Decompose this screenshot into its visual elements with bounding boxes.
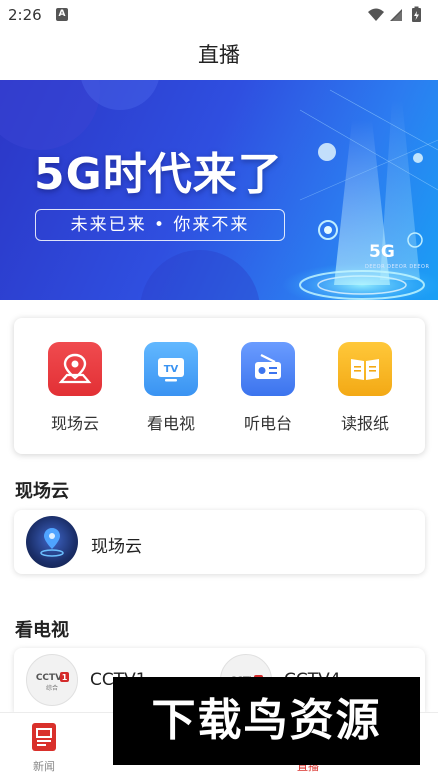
status-time: 2:26 — [8, 6, 42, 24]
title-bar: 直播 — [0, 30, 438, 80]
cctv1-logo[interactable]: CCTV 1 综合 — [26, 654, 78, 706]
category-live-cloud[interactable]: 现场云 — [35, 342, 115, 434]
banner-fine-print: DEEOR DEEOR DEEOR — [365, 264, 430, 270]
promo-banner[interactable]: 5G时代来了 未来已来 • 你来不来 5G DEEOR DEEOR DEEOR — [0, 80, 438, 300]
section-title-tv: 看电视 — [15, 620, 69, 641]
banner-subline: 未来已来 • 你来不来 — [35, 209, 285, 241]
category-label: 现场云 — [50, 414, 99, 433]
wifi-signal-battery-icon — [368, 6, 421, 22]
status-icons — [366, 6, 428, 24]
section-title-live-cloud: 现场云 — [15, 481, 69, 502]
page-title: 直播 — [198, 43, 240, 67]
category-card: 现场云 TV 看电视 听电台 读报纸 — [14, 318, 425, 454]
news-icon — [32, 723, 56, 751]
svg-text:1: 1 — [62, 673, 68, 682]
category-newspaper[interactable]: 读报纸 — [325, 342, 405, 434]
tv-icon: TV — [144, 342, 198, 396]
category-radio[interactable]: 听电台 — [228, 342, 308, 434]
category-label: 看电视 — [146, 414, 195, 433]
watermark-overlay: 下载鸟资源 — [113, 677, 420, 765]
newspaper-icon — [338, 342, 392, 396]
live-cloud-avatar[interactable] — [26, 516, 78, 568]
notification-icon: A — [56, 8, 68, 21]
category-label: 读报纸 — [340, 414, 389, 433]
svg-text:TV: TV — [164, 364, 179, 375]
svg-text:CCTV: CCTV — [36, 673, 62, 683]
banner-headline: 5G时代来了 — [34, 149, 283, 200]
live-cloud-item-label[interactable]: 现场云 — [91, 532, 142, 557]
location-map-icon — [48, 342, 102, 396]
status-bar: 2:26 A — [0, 0, 438, 30]
category-tv[interactable]: TV 看电视 — [131, 342, 211, 434]
radio-icon — [241, 342, 295, 396]
category-label: 听电台 — [243, 414, 292, 433]
banner-5g-badge: 5G — [369, 242, 395, 262]
live-cloud-card: 现场云 — [14, 510, 425, 574]
svg-text:综合: 综合 — [46, 684, 58, 692]
tab-label: 新闻 — [33, 760, 55, 773]
tab-news[interactable]: 新闻 — [0, 713, 88, 778]
